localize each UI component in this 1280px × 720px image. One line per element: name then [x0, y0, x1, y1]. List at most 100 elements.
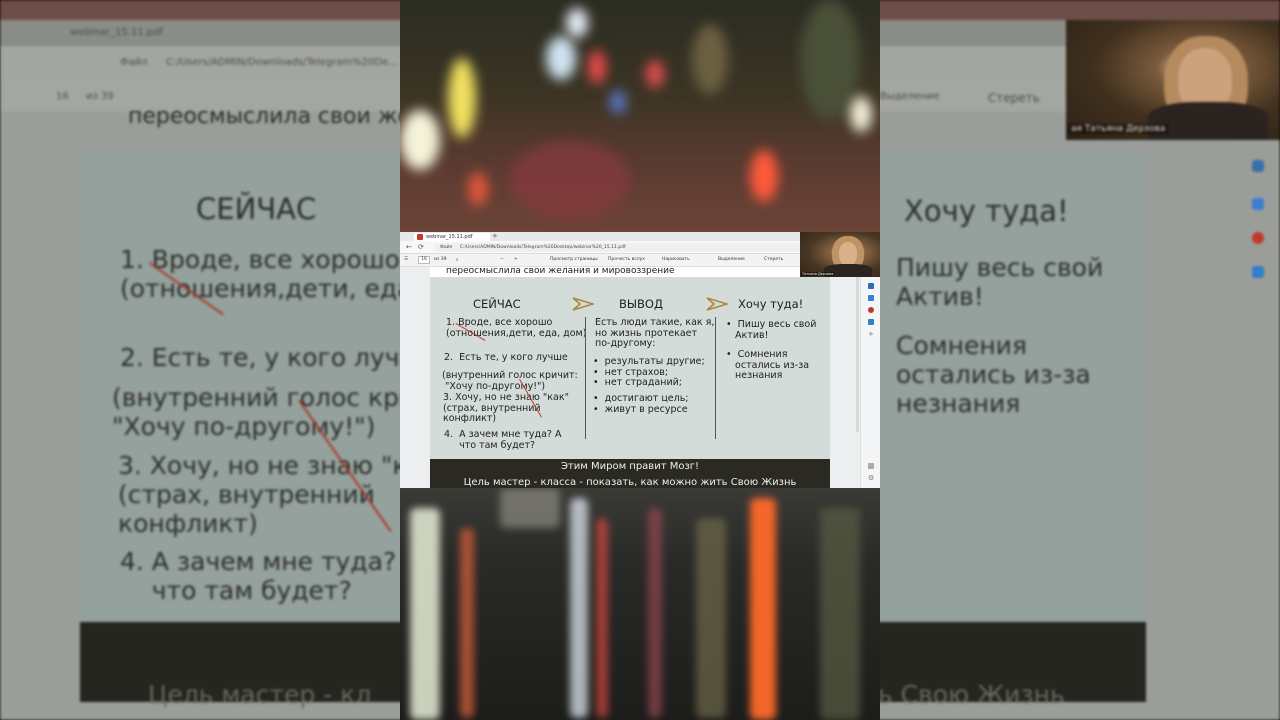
reflection-streak [596, 518, 608, 718]
bg-side-icon [1252, 266, 1264, 278]
refresh-icon[interactable]: ⟳ [418, 243, 424, 252]
url-path: C:/Users/ADMIN/Downloads/Telegram%20Desk… [459, 245, 626, 250]
column-divider [585, 317, 586, 439]
now-item-3: (внутренний голос кричит: "Хочу по-друго… [442, 370, 578, 392]
bg-page-current: 16 [56, 91, 69, 102]
bg-want-2: Сомнения остались из-за незнания [896, 331, 1091, 418]
arrow-icon [572, 297, 594, 311]
reflection-streak [460, 528, 474, 718]
bg-footer-right: ь Свою Жизнь [878, 680, 1065, 709]
bg-tab-title: webinar_15.11.pdf [70, 27, 164, 38]
bokeh-light [546, 36, 576, 80]
now-item-2: 2. Есть те, у кого лучше [444, 352, 568, 363]
url-prefix: Файл [440, 245, 453, 250]
erase-button[interactable]: Стереть [764, 257, 783, 262]
back-icon[interactable]: ← [406, 243, 412, 252]
bokeh-light [448, 58, 476, 138]
bokeh-city-lights [400, 0, 880, 232]
bg-now-4: 3. Хочу, но не знаю "ка (страх, внутренн… [118, 451, 423, 538]
slide-dark-band: Этим Миром правит Мозг! Цель мастер - кл… [430, 459, 830, 488]
presenter-name: Татьяна Дерзова [801, 272, 835, 276]
bg-page-total: из 39 [86, 91, 114, 102]
contents-icon[interactable]: ☰ [404, 257, 408, 262]
edge-sidebar: + ⚙ [860, 267, 880, 488]
bg-camera-body [1148, 102, 1268, 140]
bg-camera-name: ая Татьяна Дерзова [1068, 124, 1169, 134]
pdf-file-icon [417, 234, 423, 240]
settings-gear-icon[interactable]: ⚙ [868, 475, 874, 482]
want-item-1: • Пишу весь свой Актив! [726, 319, 817, 341]
bokeh-light [692, 24, 728, 94]
band-line-2: Цель мастер - класса - показать, как мож… [463, 477, 797, 488]
reflection-streak [820, 508, 860, 720]
bg-now-5: 4. А зачем мне туда? что там будет? [120, 547, 397, 605]
read-aloud-button[interactable]: Прочесть вслух [608, 257, 645, 262]
bg-now-3: (внутренний голос кри "Хочу по-другому!"… [112, 383, 416, 441]
draw-button[interactable]: Нарисовать [662, 257, 690, 262]
browser-tab[interactable]: webinar_15.11.pdf [414, 233, 490, 241]
slide: СЕЙЧАС ВЫВОД Хочу туда! 1. Вроде, все хо… [430, 277, 830, 459]
pdf-toolbar: ☰ 16 из 39 ⌕ − + Просмотр страницы Проче… [400, 254, 800, 267]
reflection-streak [696, 518, 726, 718]
bokeh-light [800, 0, 860, 120]
url-field[interactable]: Файл C:/Users/ADMIN/Downloads/Telegram%2… [434, 243, 814, 252]
bg-want-1: Пишу весь свой Актив! [896, 253, 1104, 311]
bokeh-light [646, 60, 664, 88]
reflection-streak [500, 488, 560, 528]
bokeh-light [750, 150, 778, 202]
sidebar-app-icon[interactable] [868, 283, 874, 289]
page-number-input[interactable]: 16 [418, 256, 430, 264]
sidebar-app-icon[interactable] [868, 307, 874, 313]
rain-reflection [400, 488, 880, 720]
reflection-streak [648, 508, 662, 718]
bg-heading-now: СЕЙЧАС [196, 192, 317, 226]
now-item-4: 3. Хочу, но не знаю "как" (страх, внутре… [443, 392, 569, 424]
browser-tab-title: webinar_15.11.pdf [426, 234, 473, 240]
bg-address-path: C:/Users/ADMIN/Downloads/Telegram%20De..… [166, 57, 398, 68]
bg-side-icon [1252, 198, 1264, 210]
want-item-2: • Сомнения остались из-за незнания [726, 349, 810, 381]
slide-top-line: переосмыслила свои желания и мировоззрен… [430, 267, 830, 277]
video-frame: webinar_15.11.pdf Файл C:/Users/ADMIN/Do… [0, 0, 1280, 720]
reflection-streak [750, 498, 776, 720]
bg-side-panel [1236, 140, 1280, 700]
bokeh-light [468, 172, 488, 206]
bokeh-light [400, 110, 440, 170]
presenter-face [839, 242, 857, 266]
sidebar-layout-icon[interactable] [868, 463, 874, 469]
slide-top-line-text: переосмыслила свои желания и мировоззрен… [446, 267, 675, 276]
zoom-in-icon[interactable]: + [514, 257, 518, 262]
add-icon[interactable]: + [868, 331, 874, 338]
sidebar-app-icon[interactable] [868, 295, 874, 301]
bg-address-prefix: Файл [120, 57, 148, 68]
shared-screen: webinar_15.11.pdf + ← ⟳ Файл C:/Users/AD… [400, 232, 880, 488]
bg-tool-erase: Стереть [988, 91, 1040, 105]
new-tab-button[interactable]: + [492, 232, 498, 241]
bokeh-light [850, 96, 872, 132]
page-total: из 39 [434, 257, 447, 262]
presenter-camera: Татьяна Дерзова [800, 232, 880, 277]
scrollbar[interactable] [856, 272, 859, 432]
conclusion-list-2: • достигают цель; • живут в ресурсе [593, 393, 689, 415]
band-line-1: Этим Миром правит Мозг! [560, 461, 700, 472]
conclusion-intro: Есть люди такие, как я, но жизнь протека… [595, 317, 715, 349]
bg-side-icon [1252, 160, 1264, 172]
column-divider [715, 317, 716, 439]
bokeh-light [566, 8, 588, 38]
bg-camera-view: ая Татьяна Дерзова [1066, 20, 1280, 140]
search-icon[interactable]: ⌕ [456, 257, 459, 263]
sidebar-app-icon[interactable] [868, 319, 874, 325]
heading-want: Хочу туда! [738, 297, 804, 311]
arrow-icon [706, 297, 728, 311]
bokeh-light [510, 140, 630, 220]
zoom-out-icon[interactable]: − [500, 257, 504, 262]
bg-tool-highlight: Выделение [880, 91, 940, 102]
heading-conclusion: ВЫВОД [619, 297, 663, 311]
bokeh-light [588, 50, 606, 84]
bg-now-2: 2. Есть те, у кого лучш [120, 343, 423, 372]
reflection-streak [410, 508, 440, 720]
video-column: webinar_15.11.pdf + ← ⟳ Файл C:/Users/AD… [400, 0, 880, 720]
reflection-streak [570, 498, 588, 718]
view-pages-button[interactable]: Просмотр страницы [550, 257, 598, 262]
highlight-button[interactable]: Выделение [718, 257, 745, 262]
